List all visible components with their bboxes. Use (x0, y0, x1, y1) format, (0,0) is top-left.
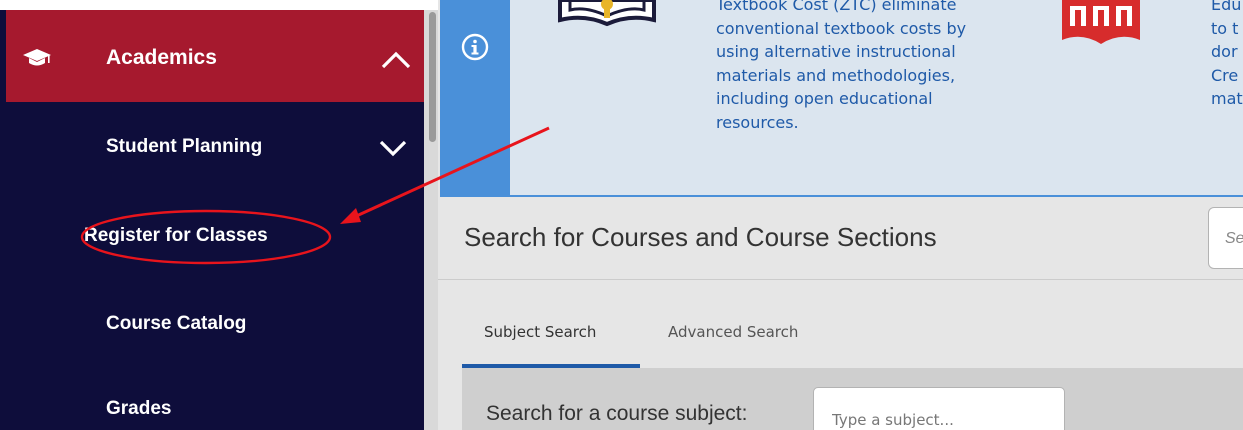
notice-line: Textbook Cost (ZTC) eliminate (716, 0, 957, 14)
chevron-up-icon[interactable] (380, 50, 412, 70)
sidebar-item-grades[interactable]: Grades (106, 398, 171, 420)
sidebar-nav: Academics Student Planning Register for … (0, 0, 430, 430)
sidebar-item-register-for-classes[interactable]: Register for Classes (84, 225, 268, 247)
sidebar-item-course-catalog[interactable]: Course Catalog (106, 313, 246, 335)
heading-divider (438, 279, 1243, 280)
subject-search-input[interactable] (813, 387, 1065, 430)
notice-line: resources. (716, 112, 799, 132)
notice-line: Cre (1211, 65, 1239, 85)
notice-line: materials and methodologies, (716, 65, 956, 85)
subject-search-panel: Search for a course subject: (462, 368, 1243, 430)
chevron-down-icon[interactable] (378, 138, 408, 158)
notice-line: mat (1211, 89, 1243, 108)
info-notice: Textbook Cost (ZTC) eliminate convention… (440, 0, 1243, 197)
tab-subject-search[interactable]: Subject Search (484, 323, 596, 341)
notice-text: Textbook Cost (ZTC) eliminate convention… (716, 0, 1046, 134)
notice-line: conventional textbook costs by (716, 18, 967, 38)
notice-line: including open educational (716, 89, 933, 108)
notice-bottom-border (440, 195, 1243, 197)
notice-line: to t (1211, 18, 1239, 38)
keyword-search-placeholder: Se (1225, 230, 1243, 247)
page-title: Search for Courses and Course Sections (464, 222, 937, 252)
main-content: Textbook Cost (ZTC) eliminate convention… (438, 0, 1243, 430)
sidebar-section-label: Academics (106, 46, 217, 69)
oer-book-logo (1060, 0, 1142, 46)
notice-text-partial: Edu to t dor Cre mat (1211, 0, 1243, 111)
sidebar-item-label: Register for Classes (84, 225, 268, 246)
sidebar-scrollbar-thumb[interactable] (429, 12, 436, 142)
sidebar-top-strip (0, 0, 430, 10)
keyword-search-input[interactable]: Se (1208, 207, 1243, 269)
tab-advanced-search[interactable]: Advanced Search (668, 323, 798, 341)
sidebar-item-label: Course Catalog (106, 313, 247, 334)
notice-line: using alternative instructional (716, 42, 956, 61)
sidebar-item-student-planning[interactable]: Student Planning (106, 136, 262, 158)
notice-line: dor (1211, 42, 1238, 61)
sidebar-item-label: Student Planning (106, 136, 263, 157)
ztc-book-logo (558, 0, 656, 27)
sidebar-item-label: Grades (106, 398, 172, 419)
subject-search-label: Search for a course subject: (486, 402, 748, 425)
notice-accent-strip (440, 0, 510, 197)
notice-line: Edu (1211, 0, 1242, 14)
sidebar-section-academics[interactable]: Academics (6, 10, 424, 102)
graduation-cap-icon (23, 49, 51, 66)
info-icon (461, 33, 489, 61)
